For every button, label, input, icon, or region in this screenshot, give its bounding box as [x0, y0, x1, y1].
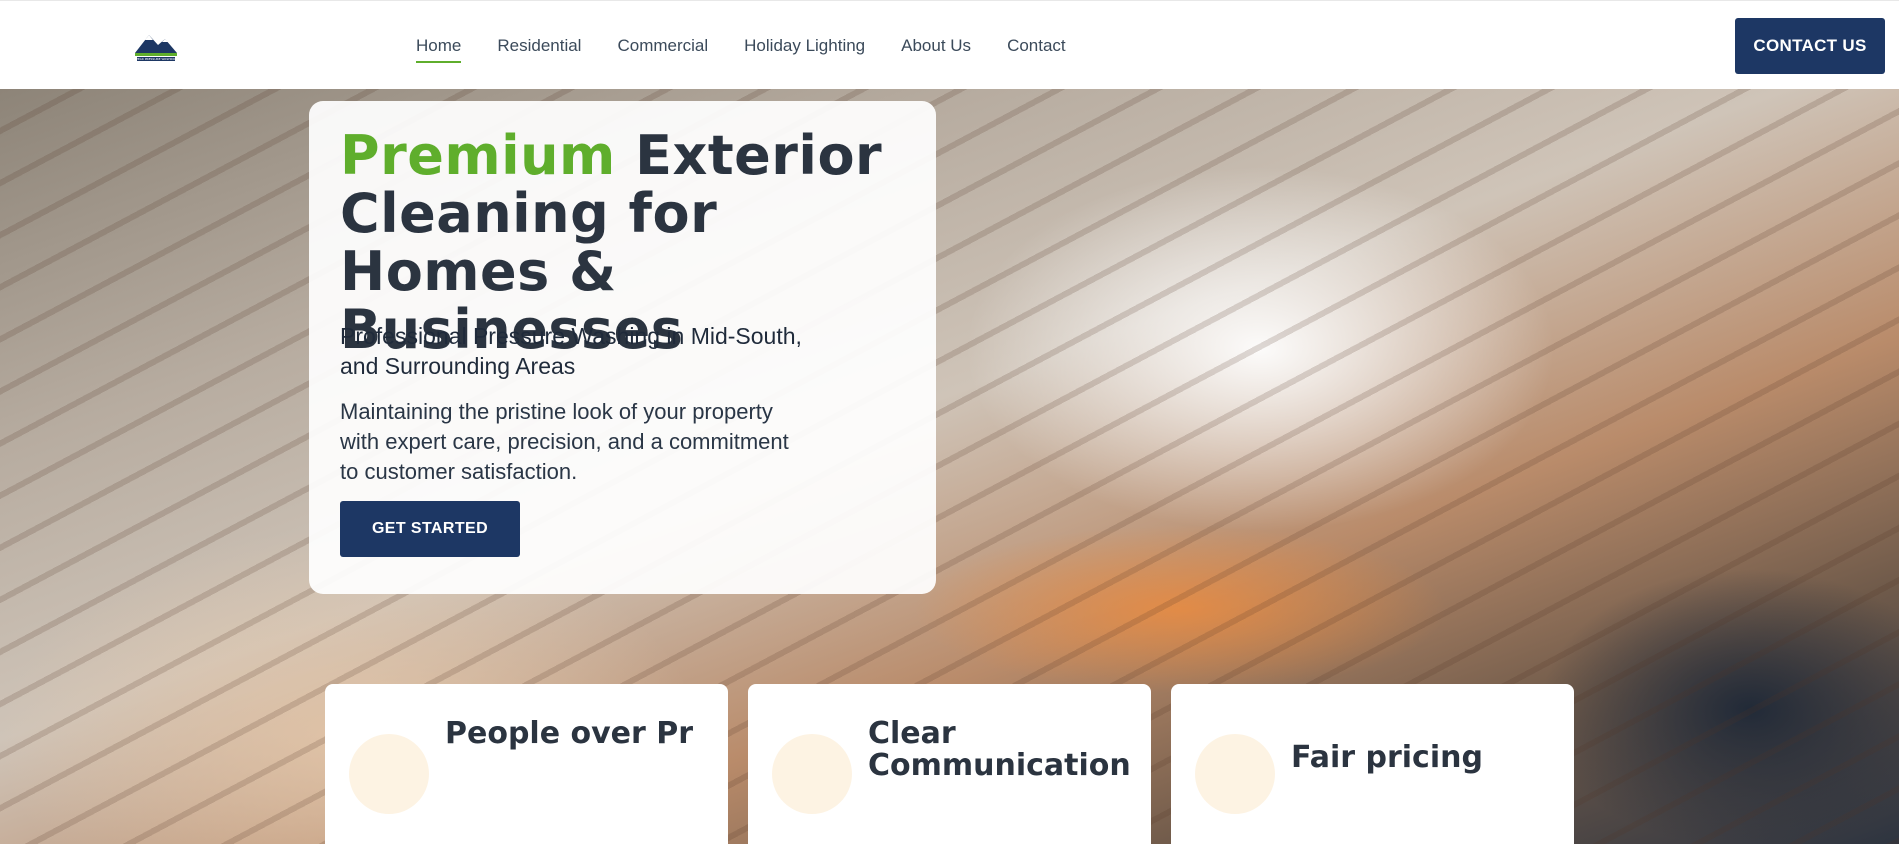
logo-text: PEAK PRESSURE WASHING — [136, 57, 177, 61]
feature-title: Fair pricing — [1291, 740, 1483, 775]
feature-icon-circle — [349, 734, 429, 814]
headline-accent: Premium — [340, 124, 616, 187]
hero-description: Maintaining the pristine look of your pr… — [340, 399, 789, 484]
hero-card: Premium Exterior Cleaning for Homes & Bu… — [309, 101, 936, 594]
nav-home[interactable]: Home — [416, 32, 462, 63]
nav-commercial[interactable]: Commercial — [617, 32, 708, 60]
hero-section: Premium Exterior Cleaning for Homes & Bu… — [0, 89, 1899, 844]
site-header: PEAK PRESSURE WASHING Home Residential C… — [0, 0, 1899, 89]
main-nav: Home Residential Commercial Holiday Ligh… — [416, 1, 1102, 90]
feature-icon-circle — [1195, 734, 1275, 814]
feature-card-communication: Clear Communication — [748, 684, 1151, 844]
feature-title: Clear Communication — [868, 716, 1131, 783]
get-started-button[interactable]: GET STARTED — [340, 501, 520, 557]
feature-icon-circle — [772, 734, 852, 814]
feature-card-people: People over Pr — [325, 684, 728, 844]
nav-holiday-lighting[interactable]: Holiday Lighting — [744, 32, 865, 60]
nav-residential[interactable]: Residential — [497, 32, 581, 60]
feature-card-pricing: Fair pricing — [1171, 684, 1574, 844]
contact-us-button[interactable]: CONTACT US — [1735, 18, 1885, 74]
hero-subheading: Professional Pressure Washing in Mid-Sou… — [340, 323, 802, 379]
company-logo[interactable]: PEAK PRESSURE WASHING — [131, 29, 181, 63]
nav-about-us[interactable]: About Us — [901, 32, 971, 60]
nav-contact[interactable]: Contact — [1007, 32, 1066, 60]
feature-title: People over Pr — [445, 716, 694, 751]
